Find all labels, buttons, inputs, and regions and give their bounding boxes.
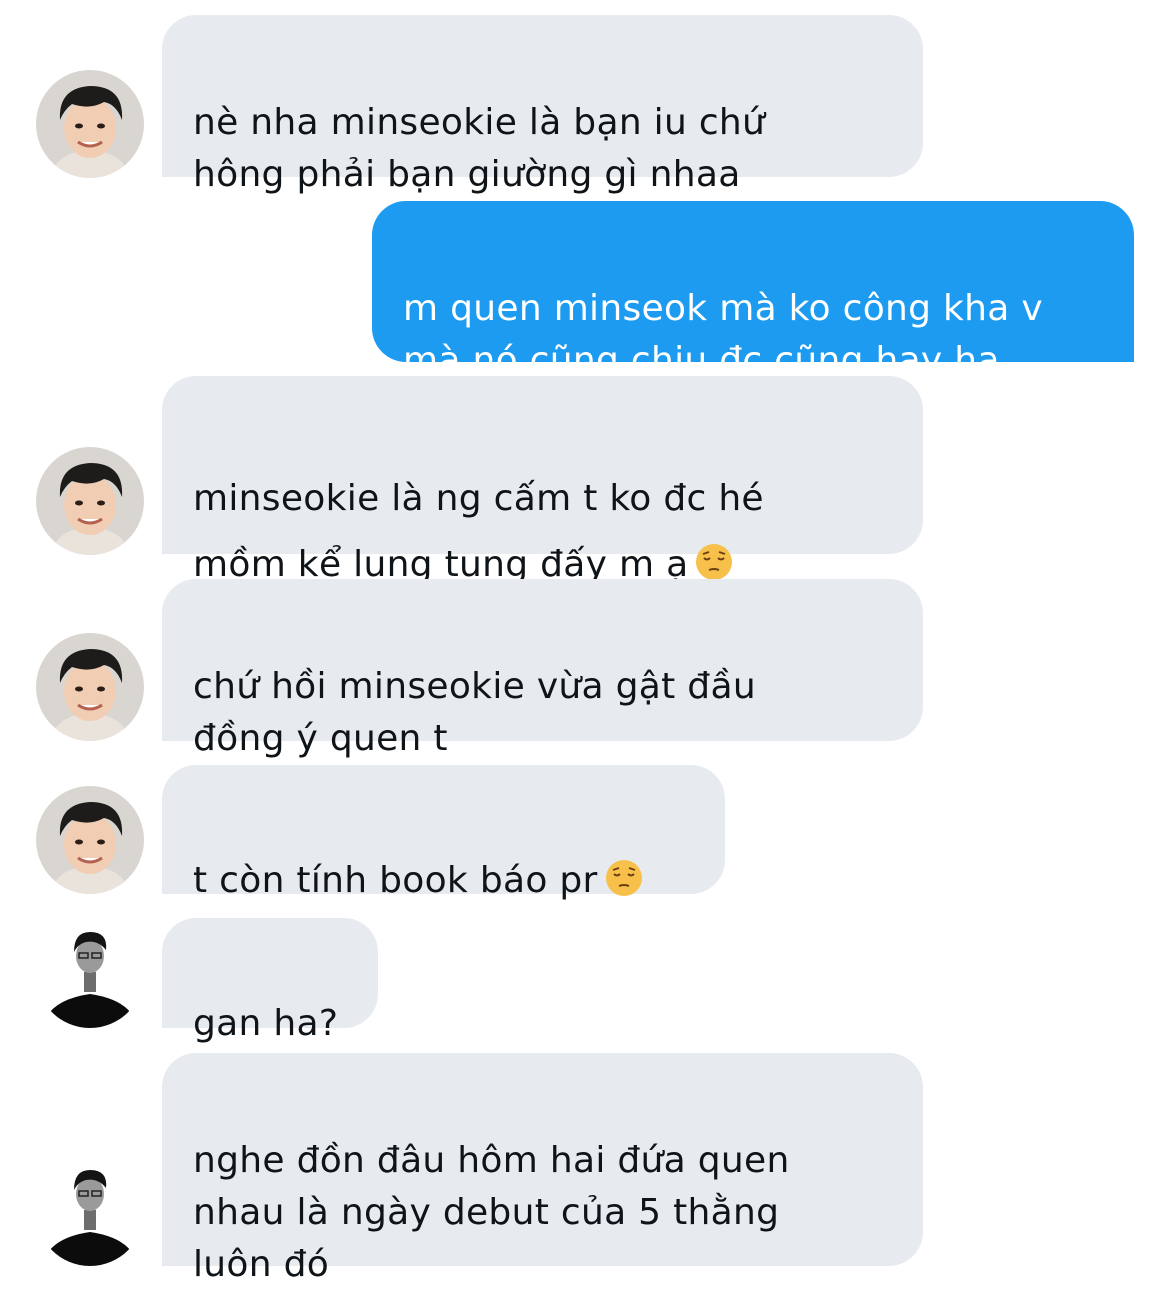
message-text: t còn tính book báo pr	[193, 860, 598, 901]
pensive-face-emoji-icon	[694, 542, 734, 582]
message-text: nè nha minseokie là bạn iu chứ hông phải…	[193, 102, 766, 195]
avatar[interactable]	[36, 447, 144, 555]
message-text: minseokie là ng cấm t ko đc hé mồm kể lu…	[193, 478, 764, 585]
message-text: m quen minseok mà ko công kha v mà nó cũ…	[403, 288, 1044, 381]
message-bubble[interactable]: nè nha minseokie là bạn iu chứ hông phải…	[162, 15, 923, 195]
avatar[interactable]	[36, 786, 144, 894]
avatar[interactable]	[36, 1158, 144, 1266]
message-bubble[interactable]: t còn tính book báo pr	[162, 765, 725, 901]
message-text: nghe đồn đâu hôm hai đứa quen nhau là ng…	[193, 1140, 790, 1285]
avatar[interactable]	[36, 70, 144, 178]
avatar-minseok-icon	[36, 447, 144, 555]
pensive-face-emoji-icon	[604, 858, 644, 898]
avatar[interactable]	[36, 920, 144, 1028]
avatar-bw-man-icon	[36, 920, 144, 1028]
message-bubble[interactable]: m quen minseok mà ko công kha v mà nó cũ…	[372, 201, 1134, 381]
avatar-minseok-icon	[36, 633, 144, 741]
message-text: gan ha?	[193, 1003, 339, 1044]
message-bubble[interactable]: minseokie là ng cấm t ko đc hé mồm kể lu…	[162, 376, 923, 585]
message-bubble[interactable]: gan ha?	[162, 918, 378, 1044]
message-bubble[interactable]: chứ hồi minseokie vừa gật đầu đồng ý que…	[162, 579, 923, 759]
message-text: chứ hồi minseokie vừa gật đầu đồng ý que…	[193, 666, 756, 759]
avatar-minseok-icon	[36, 70, 144, 178]
message-bubble[interactable]: nghe đồn đâu hôm hai đứa quen nhau là ng…	[162, 1053, 923, 1285]
avatar-bw-man-icon	[36, 1158, 144, 1266]
avatar-minseok-icon	[36, 786, 144, 894]
avatar[interactable]	[36, 633, 144, 741]
